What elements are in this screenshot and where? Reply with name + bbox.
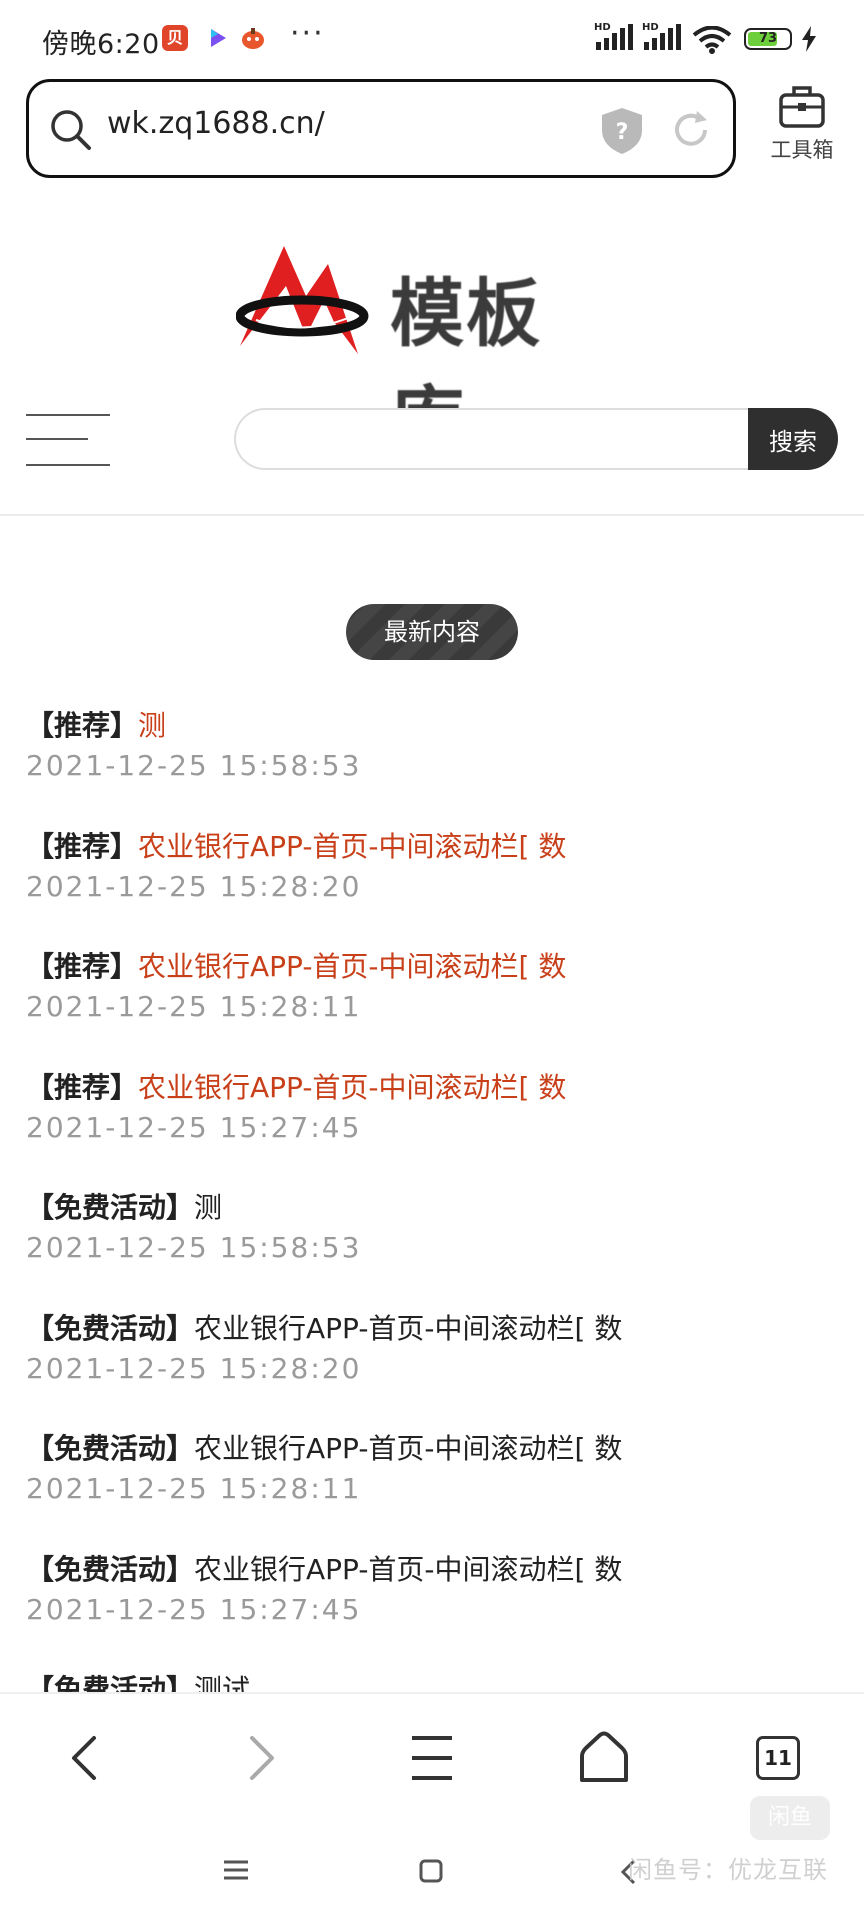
browser-menu-button[interactable] [402,1728,462,1788]
home-icon [580,1731,628,1782]
site-search-input[interactable] [234,408,754,470]
forward-button[interactable] [230,1728,290,1788]
section-title-latest: 最新内容 [346,604,518,660]
cell-signal-icon: HD [642,22,682,56]
cell-signal-icon: HD [594,22,634,56]
system-home-button[interactable] [418,1858,444,1888]
browser-toolbar: 11 [0,1692,864,1816]
list-item[interactable]: 【免费活动】农业银行APP-首页-中间滚动栏[ 数 2021-12-25 15:… [26,1550,846,1671]
page-viewport: 傍晚6:20 贝 ··· HD HD 73 wk.zq1688.cn/ ? 工具… [0,0,864,1692]
more-notifications-icon: ··· [290,16,325,51]
toolbox-icon [779,86,825,128]
watermark-text: 闲鱼号：优龙互联 [628,1856,828,1884]
recent-apps-button[interactable] [222,1858,250,1886]
reload-icon[interactable] [669,108,713,156]
app-notification-icon: 贝 [162,25,188,51]
security-shield-icon[interactable]: ? [599,106,645,160]
item-title-link[interactable]: 农业银行APP-首页-中间滚动栏[ 数 [138,830,566,863]
item-tag: 【推荐】 [26,709,139,742]
item-tag: 【免费活动】 [26,1673,195,1692]
video-app-icon [204,25,230,51]
item-title-link[interactable]: 农业银行APP-首页-中间滚动栏[ 数 [138,1071,566,1104]
item-date: 2021-12-25 15:27:45 [26,1592,362,1626]
recent-apps-icon [224,1860,248,1880]
forward-arrow-icon [250,1736,274,1780]
list-item[interactable]: 【免费活动】测 2021-12-25 15:58:53 [26,1188,846,1309]
site-search-button[interactable]: 搜索 [748,408,838,470]
back-button[interactable] [56,1728,116,1788]
item-date: 2021-12-25 15:28:20 [26,869,362,903]
square-home-icon [419,1859,443,1883]
item-date: 2021-12-25 15:28:20 [26,1351,362,1385]
item-tag: 【免费活动】 [26,1552,195,1586]
menu-toggle-button[interactable] [26,410,110,470]
list-item[interactable]: 【免费活动】农业银行APP-首页-中间滚动栏[ 数 2021-12-25 15:… [26,1309,846,1430]
tab-count: 11 [756,1736,800,1780]
toolbox-button[interactable]: 工具箱 [760,82,844,178]
item-tag: 【免费活动】 [26,1311,195,1345]
address-bar[interactable]: wk.zq1688.cn/ ? [26,79,736,178]
item-title-link[interactable]: 测 [194,1191,222,1224]
watermark-logo: 闲鱼 [750,1796,830,1840]
toolbox-label: 工具箱 [770,138,834,162]
list-item[interactable]: 【免费活动】测试 [26,1670,846,1692]
item-tag: 【免费活动】 [26,1191,195,1224]
item-title-link[interactable]: 农业银行APP-首页-中间滚动栏[ 数 [138,950,566,983]
item-date: 2021-12-25 15:27:45 [26,1110,362,1144]
item-tag: 【推荐】 [26,1070,139,1104]
site-search-form: 搜索 [234,408,838,470]
list-item[interactable]: 【免费活动】农业银行APP-首页-中间滚动栏[ 数 2021-12-25 15:… [26,1429,846,1550]
item-date: 2021-12-25 15:58:53 [26,749,362,782]
item-date: 2021-12-25 15:28:11 [26,1472,362,1505]
list-item[interactable]: 【推荐】农业银行APP-首页-中间滚动栏[ 数 2021-12-25 15:28… [26,827,846,948]
item-tag: 【免费活动】 [26,1432,195,1465]
search-icon [49,108,93,156]
header-divider [0,514,864,516]
back-arrow-icon [72,1736,96,1780]
status-bar: 傍晚6:20 贝 ··· HD HD 73 [0,0,864,78]
game-app-icon [240,25,266,51]
menu-icon [412,1736,452,1780]
status-time: 傍晚6:20 [42,29,160,60]
tabs-button[interactable]: 11 [748,1728,808,1788]
url-text[interactable]: wk.zq1688.cn/ [107,106,325,141]
hd-label: HD [642,22,659,33]
svg-text:?: ? [616,120,629,145]
battery-percent: 73 [758,31,778,46]
item-title-link[interactable]: 测 [138,709,166,742]
item-title-link[interactable]: 农业银行APP-首页-中间滚动栏[ 数 [194,1312,622,1345]
item-title-link[interactable]: 农业银行APP-首页-中间滚动栏[ 数 [194,1432,622,1465]
item-date: 2021-12-25 15:58:53 [26,1231,362,1264]
list-item[interactable]: 【推荐】测 2021-12-25 15:58:53 [26,706,846,827]
home-button[interactable] [574,1728,634,1788]
item-title-link[interactable]: 农业银行APP-首页-中间滚动栏[ 数 [194,1553,622,1586]
menu-line [26,464,110,466]
content-list: 【推荐】测 2021-12-25 15:58:53 【推荐】农业银行APP-首页… [26,706,846,1692]
item-tag: 【推荐】 [26,829,139,863]
menu-line [26,438,88,440]
logo-mark-icon [236,246,369,354]
site-logo[interactable]: 模板库 [236,236,616,464]
item-title-link[interactable]: 测试 [194,1673,250,1692]
item-date: 2021-12-25 15:28:11 [26,990,362,1023]
wifi-icon [692,25,732,58]
charging-icon [800,26,818,56]
list-item[interactable]: 【推荐】农业银行APP-首页-中间滚动栏[ 数 2021-12-25 15:28… [26,947,846,1068]
battery-icon: 73 [744,28,792,50]
list-item[interactable]: 【推荐】农业银行APP-首页-中间滚动栏[ 数 2021-12-25 15:27… [26,1068,846,1189]
menu-line [26,414,110,416]
item-tag: 【推荐】 [26,950,139,983]
hd-label: HD [594,22,611,33]
